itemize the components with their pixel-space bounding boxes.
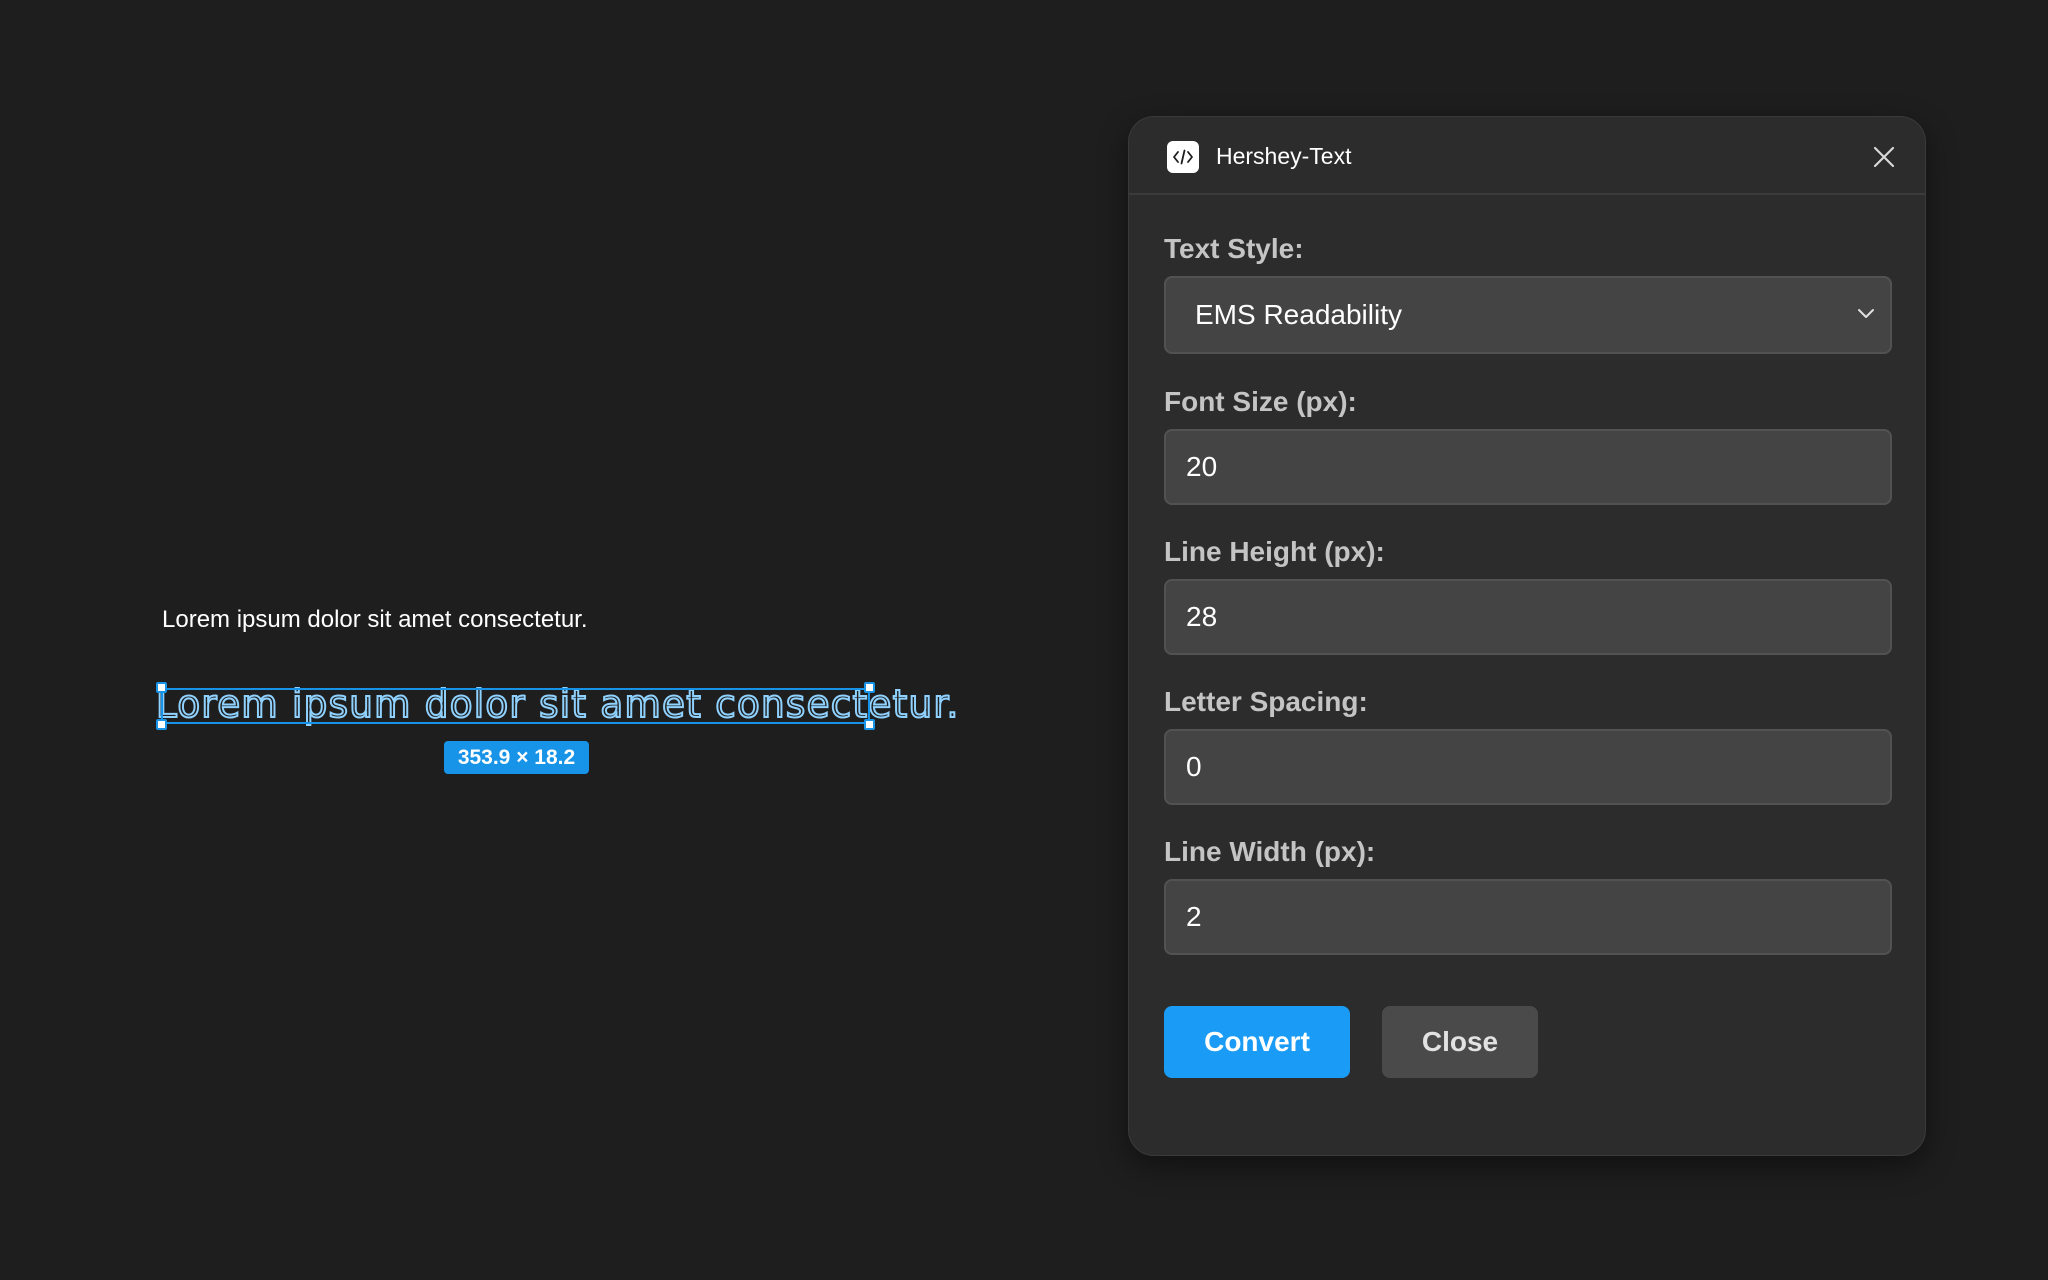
- resize-handle-top-right[interactable]: [864, 682, 875, 693]
- line-height-label: Line Height (px):: [1164, 536, 1385, 567]
- letter-spacing-value: 0: [1186, 751, 1202, 782]
- resize-handle-bottom-right[interactable]: [864, 719, 875, 730]
- source-text-layer[interactable]: Lorem ipsum dolor sit amet consectetur.: [162, 603, 588, 637]
- selection-box[interactable]: [161, 688, 870, 724]
- selection-size-badge: 353.9 × 18.2: [444, 741, 589, 774]
- hershey-text-plugin-panel: Hershey-Text Text Style: EMS Readability…: [1128, 116, 1926, 1156]
- text-style-label: Text Style:: [1164, 233, 1304, 264]
- resize-handle-bottom-left[interactable]: [156, 719, 167, 730]
- text-style-select[interactable]: EMS Readability: [1164, 276, 1892, 354]
- close-icon[interactable]: [1870, 143, 1898, 171]
- font-size-label: Font Size (px):: [1164, 386, 1357, 417]
- line-height-input[interactable]: 28: [1164, 579, 1892, 655]
- code-icon: [1167, 141, 1199, 173]
- chevron-down-icon: [1856, 306, 1876, 320]
- close-button[interactable]: Close: [1382, 1006, 1538, 1078]
- line-width-value: 2: [1186, 901, 1202, 932]
- text-style-value: EMS Readability: [1195, 299, 1402, 330]
- panel-title: Hershey-Text: [1216, 143, 1352, 169]
- panel-header: Hershey-Text: [1129, 117, 1925, 195]
- line-height-value: 28: [1186, 601, 1218, 632]
- font-size-input[interactable]: 20: [1164, 429, 1892, 505]
- line-width-input[interactable]: 2: [1164, 879, 1892, 955]
- letter-spacing-label: Letter Spacing:: [1164, 686, 1368, 717]
- resize-handle-top-left[interactable]: [156, 682, 167, 693]
- font-size-value: 20: [1186, 451, 1218, 482]
- line-width-label: Line Width (px):: [1164, 836, 1376, 867]
- convert-button[interactable]: Convert: [1164, 1006, 1350, 1078]
- letter-spacing-input[interactable]: 0: [1164, 729, 1892, 805]
